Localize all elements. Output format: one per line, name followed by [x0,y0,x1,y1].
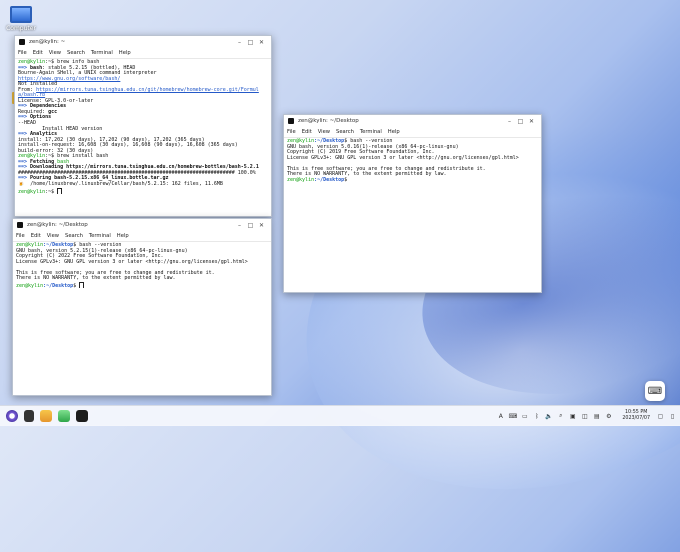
start-menu-icon[interactable] [6,410,18,422]
close-button[interactable]: ✕ [256,222,267,229]
bluetooth-icon[interactable]: ᛒ [532,413,541,420]
desktop-icon-label: Computer [6,25,36,32]
terminal-icon [19,39,25,45]
clock[interactable]: 10:55 PM 2023/07/07 [622,410,650,422]
terminal-text: $ [344,176,348,183]
terminal-line: zen@kylin:~$ [18,187,268,195]
terminal-text: zen@kylin [18,188,46,195]
file-manager-icon[interactable] [40,410,52,422]
menu-view[interactable]: View [49,50,61,56]
close-button[interactable]: ✕ [526,118,537,125]
terminal-icon [17,222,23,228]
taskbar: A ⌨ ▭ ᛒ 🔈 ⌕ ▣ ◫ ▤ ⚙ 10:55 PM 2023/07/07 … [0,405,680,426]
maximize-button[interactable]: □ [515,118,526,125]
network-icon[interactable]: ▭ [520,413,529,420]
terminal-text: 🍺 /home/linuxbrew/.linuxbrew/Cellar/bash… [18,181,223,188]
menu-file[interactable]: File [287,129,296,135]
minimize-button[interactable]: – [504,118,515,125]
maximize-button[interactable]: □ [245,39,256,46]
menu-help[interactable]: Help [117,233,129,239]
terminal-text: License GPLv3+: GNU GPL version 3 or lat… [16,258,248,265]
menu-file[interactable]: File [16,233,25,239]
window-title: zen@kylin: ~/Desktop [298,118,359,124]
menu-edit[interactable]: Edit [33,50,43,56]
keyboard-icon: ⌨ [647,385,663,397]
screenshot-icon[interactable]: ◫ [580,413,589,420]
menubar: File Edit View Search Terminal Help [15,48,271,59]
menu-view[interactable]: View [318,129,330,135]
window-title: zen@kylin: ~ [29,39,66,45]
terminal-icon [288,118,294,124]
terminal-window-home[interactable]: zen@kylin: ~ – □ ✕ File Edit View Search… [14,35,272,217]
clock-date: 2023/07/07 [622,416,650,421]
terminal-icon[interactable] [76,410,88,422]
maximize-button[interactable]: □ [245,222,256,229]
desktop-icon-computer[interactable]: Computer [6,6,36,32]
terminal-text: License GPLv3+: GNU GPL version 3 or lat… [287,154,519,161]
terminal-output[interactable]: zen@kylin:~/Desktop$ bash --version GNU b… [13,242,271,289]
window-title: zen@kylin: ~/Desktop [27,222,88,228]
titlebar[interactable]: zen@kylin: ~/Desktop – □ ✕ [13,219,271,231]
titlebar[interactable]: zen@kylin: ~/Desktop – □ ✕ [284,115,541,127]
menu-terminal[interactable]: Terminal [89,233,111,239]
clipboard-icon[interactable]: ▣ [568,413,577,420]
menu-search[interactable]: Search [67,50,85,56]
system-tray: A ⌨ ▭ ᛒ 🔈 ⌕ ▣ ◫ ▤ ⚙ 10:55 PM 2023/07/07 … [496,406,680,426]
menu-file[interactable]: File [18,50,27,56]
wallet-icon[interactable]: ▤ [592,413,601,420]
volume-icon[interactable]: 🔈 [544,413,553,420]
computer-icon [10,6,32,23]
terminal-window-desktop-left[interactable]: zen@kylin: ~/Desktop – □ ✕ File Edit Vie… [12,218,272,396]
menu-help[interactable]: Help [119,50,131,56]
display-icon[interactable]: ▯ [668,413,677,420]
software-center-icon[interactable] [58,410,70,422]
settings-icon[interactable]: ⚙ [604,413,613,420]
menu-terminal[interactable]: Terminal [360,129,382,135]
terminal-output[interactable]: zen@kylin:~$ brew info bash ==> bash: sta… [15,59,271,195]
terminal-cursor [57,187,63,195]
terminal-line: License GPLv3+: GNU GPL version 3 or lat… [287,154,538,162]
terminal-output[interactable]: zen@kylin:~/Desktop$ bash --version GNU b… [284,138,541,184]
close-button[interactable]: ✕ [256,39,267,46]
terminal-text: zen@kylin [287,176,315,183]
minimize-button[interactable]: – [234,39,245,46]
keyboard-icon[interactable]: ⌨ [508,413,518,420]
terminal-line: zen@kylin:~/Desktop$ [287,176,538,184]
task-view-icon[interactable] [24,410,34,422]
menu-view[interactable]: View [47,233,59,239]
menu-edit[interactable]: Edit [302,129,312,135]
terminal-line: License GPLv3+: GNU GPL version 3 or lat… [16,258,268,266]
menu-edit[interactable]: Edit [31,233,41,239]
titlebar[interactable]: zen@kylin: ~ – □ ✕ [15,36,271,48]
menubar: File Edit View Search Terminal Help [284,127,541,138]
terminal-window-desktop-right[interactable]: zen@kylin: ~/Desktop – □ ✕ File Edit Vie… [283,114,542,293]
menu-terminal[interactable]: Terminal [91,50,113,56]
input-method-icon[interactable]: A [496,413,505,420]
menubar: File Edit View Search Terminal Help [13,231,271,242]
menu-search[interactable]: Search [336,129,354,135]
notification-icon[interactable]: ▢ [656,413,665,420]
terminal-text: :~/Desktop [314,176,345,183]
terminal-text: zen@kylin [16,282,44,289]
terminal-text: :~$ [45,188,58,195]
terminal-text: There is NO WARRANTY, to the extent perm… [16,275,176,282]
menu-help[interactable]: Help [388,129,400,135]
menu-search[interactable]: Search [65,233,83,239]
terminal-cursor [79,281,85,289]
virtual-keyboard-button[interactable]: ⌨ [645,381,665,401]
search-icon[interactable]: ⌕ [556,412,565,420]
terminal-text: https://mirrors.tuna.tsinghua.edu.cn/git… [36,86,259,93]
minimize-button[interactable]: – [234,222,245,229]
terminal-line: zen@kylin:~/Desktop$ [16,281,268,289]
terminal-text: :~/Desktop [43,282,74,289]
terminal-line: From: https://mirrors.tuna.tsinghua.edu.… [18,86,268,94]
